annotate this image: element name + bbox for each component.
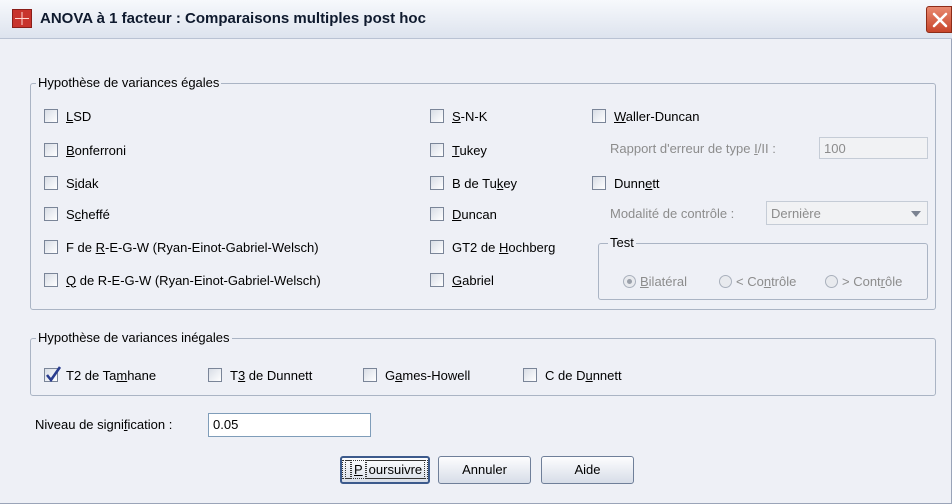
checkbox-label: Q de R-E-G-W (Ryan-Einot-Gabriel-Welsch) bbox=[66, 272, 321, 288]
unequal-variances-legend: Hypothèse de variances inégales bbox=[36, 330, 232, 345]
checkbox-bonferroni[interactable]: Bonferroni bbox=[44, 141, 126, 159]
checkbox-tamhane-t2[interactable]: T2 de Tamhane bbox=[44, 366, 156, 384]
checkbox-box[interactable] bbox=[363, 368, 377, 382]
close-icon bbox=[932, 12, 948, 28]
error-ratio-input[interactable]: 100 bbox=[819, 137, 928, 159]
checkbox-gt2-hochberg[interactable]: GT2 de Hochberg bbox=[430, 238, 555, 256]
checkbox-label: F de R-E-G-W (Ryan-Einot-Gabriel-Welsch) bbox=[66, 239, 319, 255]
checkbox-waller-duncan[interactable]: Waller-Duncan bbox=[592, 107, 700, 125]
checkbox-box[interactable] bbox=[44, 366, 61, 382]
checkbox-q-regw[interactable]: Q de R-E-G-W (Ryan-Einot-Gabriel-Welsch) bbox=[44, 271, 321, 289]
significance-input[interactable]: 0.05 bbox=[208, 413, 371, 437]
checkmark-icon bbox=[45, 366, 61, 382]
checkbox-gabriel[interactable]: Gabriel bbox=[430, 271, 494, 289]
checkbox-label: S-N-K bbox=[452, 108, 488, 124]
radio-two-sided[interactable]: Bilatéral bbox=[623, 272, 687, 290]
significance-label: Niveau de signification : bbox=[35, 416, 173, 432]
checkbox-label: C de Dunnett bbox=[545, 367, 622, 383]
checkbox-dunnett[interactable]: Dunnett bbox=[592, 174, 660, 192]
test-legend: Test bbox=[608, 235, 636, 250]
checkbox-box[interactable] bbox=[44, 143, 58, 157]
cancel-button[interactable]: Annuler bbox=[438, 456, 531, 484]
continue-button[interactable]: Poursuivre bbox=[340, 456, 430, 484]
checkbox-box[interactable] bbox=[430, 273, 444, 287]
checkbox-label: Tukey bbox=[452, 142, 487, 158]
title-bar[interactable]: ANOVA à 1 facteur : Comparaisons multipl… bbox=[0, 0, 952, 39]
checkbox-box[interactable] bbox=[430, 176, 444, 190]
radio-button[interactable] bbox=[623, 274, 636, 288]
close-button[interactable] bbox=[926, 6, 952, 33]
checkbox-scheffe[interactable]: Scheffé bbox=[44, 205, 110, 223]
checkbox-box[interactable] bbox=[44, 176, 58, 190]
checkbox-box[interactable] bbox=[430, 143, 444, 157]
checkbox-label: LSD bbox=[66, 108, 92, 124]
checkbox-box[interactable] bbox=[592, 176, 606, 190]
checkbox-box[interactable] bbox=[430, 109, 444, 123]
checkbox-tukey-b[interactable]: B de Tukey bbox=[430, 174, 517, 192]
checkbox-box[interactable] bbox=[430, 207, 444, 221]
radio-label: > Contrôle bbox=[842, 273, 903, 289]
checkbox-box[interactable] bbox=[44, 207, 58, 221]
radio-label: Bilatéral bbox=[640, 273, 687, 289]
checkbox-box[interactable] bbox=[592, 109, 606, 123]
window-title: ANOVA à 1 facteur : Comparaisons multipl… bbox=[40, 10, 426, 27]
radio-label: < Contrôle bbox=[736, 273, 797, 289]
radio-greater-than-control[interactable]: > Contrôle bbox=[825, 272, 902, 290]
checkbox-box[interactable] bbox=[44, 109, 58, 123]
checkbox-tukey[interactable]: Tukey bbox=[430, 141, 487, 159]
help-button[interactable]: Aide bbox=[541, 456, 634, 484]
spss-app-icon bbox=[12, 9, 32, 28]
checkbox-label: Scheffé bbox=[66, 206, 110, 222]
radio-button[interactable] bbox=[825, 274, 838, 288]
checkbox-box[interactable] bbox=[430, 240, 444, 254]
checkbox-label: Bonferroni bbox=[66, 142, 126, 158]
checkbox-label: Gabriel bbox=[452, 272, 494, 288]
equal-variances-legend: Hypothèse de variances égales bbox=[36, 75, 222, 90]
checkbox-box[interactable] bbox=[208, 368, 222, 382]
checkbox-box[interactable] bbox=[523, 368, 537, 382]
dropdown-arrow-icon bbox=[911, 211, 921, 217]
post-hoc-dialog: ANOVA à 1 facteur : Comparaisons multipl… bbox=[0, 0, 952, 504]
control-category-label: Modalité de contrôle : bbox=[610, 205, 735, 221]
error-ratio-label: Rapport d'erreur de type I/II : bbox=[610, 140, 776, 156]
checkbox-label: T2 de Tamhane bbox=[66, 367, 157, 383]
checkbox-label: B de Tukey bbox=[452, 175, 518, 191]
checkbox-games-howell[interactable]: Games-Howell bbox=[363, 366, 470, 384]
unequal-variances-group bbox=[30, 338, 936, 396]
checkbox-sidak[interactable]: Sidak bbox=[44, 174, 99, 192]
checkbox-label: Dunnett bbox=[614, 175, 660, 191]
radio-less-than-control[interactable]: < Contrôle bbox=[719, 272, 796, 290]
checkbox-label: Games-Howell bbox=[385, 367, 471, 383]
checkbox-duncan[interactable]: Duncan bbox=[430, 205, 497, 223]
checkbox-box[interactable] bbox=[44, 273, 58, 287]
control-category-select[interactable]: Dernière bbox=[766, 201, 928, 225]
checkbox-dunnett-t3[interactable]: T3 de Dunnett bbox=[208, 366, 312, 384]
checkbox-f-regw[interactable]: F de R-E-G-W (Ryan-Einot-Gabriel-Welsch) bbox=[44, 238, 319, 256]
checkbox-dunnett-c[interactable]: C de Dunnett bbox=[523, 366, 622, 384]
radio-button[interactable] bbox=[719, 274, 732, 288]
checkbox-label: Waller-Duncan bbox=[614, 108, 700, 124]
checkbox-label: GT2 de Hochberg bbox=[452, 239, 556, 255]
checkbox-label: Duncan bbox=[452, 206, 497, 222]
checkbox-label: T3 de Dunnett bbox=[230, 367, 313, 383]
control-category-value: Dernière bbox=[771, 206, 821, 221]
checkbox-snk[interactable]: S-N-K bbox=[430, 107, 487, 125]
checkbox-lsd[interactable]: LSD bbox=[44, 107, 91, 125]
checkbox-box[interactable] bbox=[44, 240, 58, 254]
checkbox-label: Sidak bbox=[66, 175, 99, 191]
